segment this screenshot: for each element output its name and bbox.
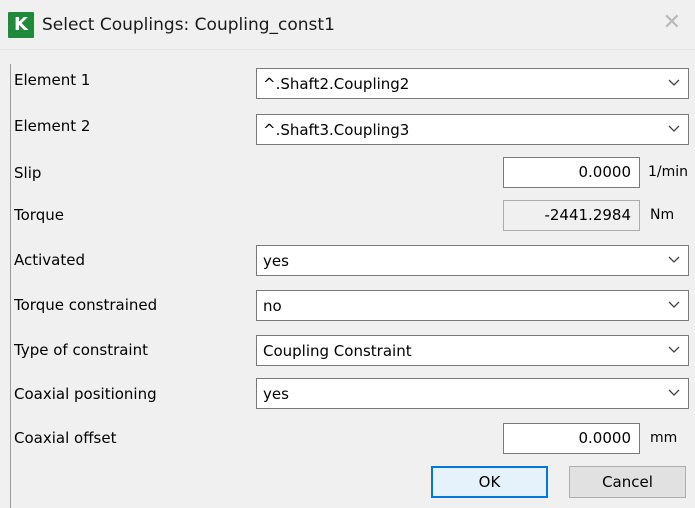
activated-label: Activated [14,251,85,269]
torque-unit: Nm [650,207,675,223]
constraint-type-label: Type of constraint [14,341,148,359]
torque-label: Torque [14,206,64,224]
slip-label: Slip [14,164,42,182]
left-border [10,64,11,508]
torque-constrained-value: no [263,297,282,315]
ok-button[interactable]: OK [431,466,548,498]
element2-combo[interactable]: ^.Shaft3.Coupling3 [256,114,689,145]
coaxial-offset-label: Coaxial offset [14,429,117,447]
constraint-type-value: Coupling Constraint [263,342,412,360]
coaxial-positioning-value: yes [263,385,289,403]
close-icon[interactable]: ✕ [663,12,681,34]
title-bar: K Select Couplings: Coupling_const1 ✕ [0,0,695,50]
slip-unit: 1/min [648,164,689,180]
activated-value: yes [263,252,289,270]
chevron-down-icon [668,301,680,308]
chevron-down-icon [668,389,680,396]
coaxial-offset-input[interactable]: 0.0000 [503,423,640,454]
torque-readout: -2441.2984 [503,200,640,231]
chevron-down-icon [668,346,680,353]
slip-input[interactable]: 0.0000 [503,157,640,188]
element2-label: Element 2 [14,117,91,135]
coaxial-offset-unit: mm [650,430,678,446]
coaxial-positioning-combo[interactable]: yes [256,378,689,409]
chevron-down-icon [668,125,680,132]
coaxial-positioning-label: Coaxial positioning [14,385,157,403]
element1-combo[interactable]: ^.Shaft2.Coupling2 [256,68,689,99]
element1-value: ^.Shaft2.Coupling2 [263,75,410,93]
torque-constrained-combo[interactable]: no [256,290,689,321]
activated-combo[interactable]: yes [256,245,689,276]
element2-value: ^.Shaft3.Coupling3 [263,121,410,139]
window-title: Select Couplings: Coupling_const1 [42,14,335,35]
constraint-type-combo[interactable]: Coupling Constraint [256,335,689,366]
app-icon: K [8,11,34,38]
chevron-down-icon [668,79,680,86]
element1-label: Element 1 [14,71,91,89]
cancel-button[interactable]: Cancel [569,466,686,498]
torque-constrained-label: Torque constrained [14,296,158,314]
chevron-down-icon [668,256,680,263]
